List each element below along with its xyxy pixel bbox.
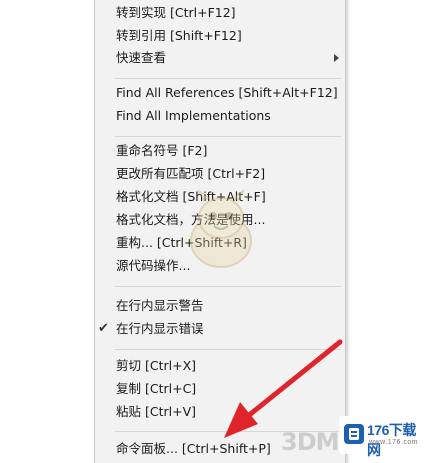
- menu-item-label: 更改所有匹配项 [Ctrl+F2]: [116, 166, 266, 181]
- site-badge-url: www.176.com: [369, 439, 419, 446]
- menu-item-label: 复制 [Ctrl+C]: [116, 381, 197, 396]
- menu-item-paste[interactable]: 粘贴 [Ctrl+V]: [95, 401, 345, 423]
- menu-item-find-all-references[interactable]: Find All References [Shift+Alt+F12]: [95, 82, 345, 104]
- menu-item-label: 快速查看: [116, 50, 167, 65]
- menu-item-show-inline-warnings[interactable]: 在行内显示警告: [95, 295, 345, 317]
- menu-item-copy[interactable]: 复制 [Ctrl+C]: [95, 378, 345, 400]
- menu-item-label: 在行内显示错误: [116, 321, 204, 336]
- mascot-watermark-icon: [190, 189, 252, 268]
- menu-item-cut[interactable]: 剪切 [Ctrl+X]: [95, 355, 345, 377]
- submenu-arrow-icon: [334, 54, 339, 62]
- menu-item-go-to-references[interactable]: 转到引用 [Shift+F12]: [95, 25, 345, 47]
- menu-item-show-inline-errors[interactable]: ✔ 在行内显示错误: [95, 318, 345, 340]
- menu-item-change-all-occurrences[interactable]: 更改所有匹配项 [Ctrl+F2]: [95, 163, 345, 185]
- menu-separator: [115, 136, 341, 137]
- site-badge: 176下载网 www.176.com: [339, 416, 424, 458]
- menu-item-label: 重命名符号 [F2]: [116, 143, 208, 158]
- menu-item-rename-symbol[interactable]: 重命名符号 [F2]: [95, 140, 345, 162]
- menu-item-label: 转到引用 [Shift+F12]: [116, 28, 242, 43]
- menu-item-label: 转到实现 [Ctrl+F12]: [116, 5, 236, 20]
- menu-item-label: 在行内显示警告: [116, 298, 204, 313]
- menu-item-find-all-implementations[interactable]: Find All Implementations: [95, 105, 345, 127]
- menu-item-label: 粘贴 [Ctrl+V]: [116, 404, 196, 419]
- site-logo-icon: [344, 424, 364, 444]
- menu-item-go-to-implementation[interactable]: 转到实现 [Ctrl+F12]: [95, 2, 345, 24]
- watermark-3dm: 3DM: [281, 428, 340, 456]
- menu-separator: [115, 349, 341, 350]
- screenshot-canvas: 转到实现 [Ctrl+F12] 转到引用 [Shift+F12] 快速查看 Fi…: [0, 0, 424, 463]
- menu-item-label: Find All References [Shift+Alt+F12]: [116, 85, 338, 100]
- menu-item-peek[interactable]: 快速查看: [95, 47, 345, 69]
- menu-separator: [115, 286, 341, 287]
- checkmark-icon: ✔: [98, 321, 109, 336]
- menu-item-label: Find All Implementations: [116, 108, 271, 123]
- menu-item-label: 命令面板... [Ctrl+Shift+P]: [116, 441, 271, 456]
- menu-separator: [115, 78, 341, 79]
- menu-item-label: 剪切 [Ctrl+X]: [116, 358, 197, 373]
